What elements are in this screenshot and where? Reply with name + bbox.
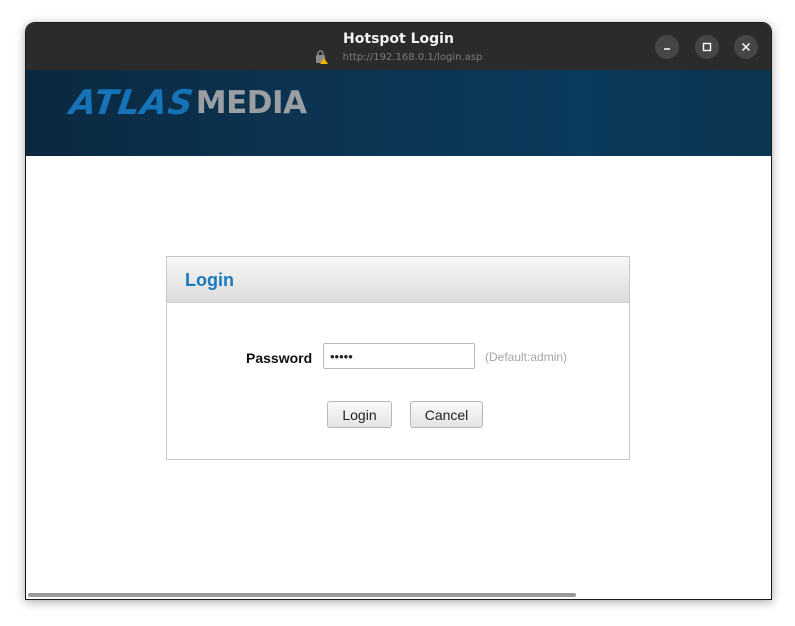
page-url: http://192.168.0.1/login.asp [342,51,483,63]
maximize-button[interactable] [695,35,719,59]
logo-media-text: MEDIA [195,85,307,121]
browser-window: Hotspot Login http://192.168.0.1/login.a… [25,22,772,600]
close-button[interactable] [734,35,758,59]
header-banner: ATLAS MEDIA [26,70,771,156]
minimize-button[interactable] [655,35,679,59]
titlebar: Hotspot Login http://192.168.0.1/login.a… [26,23,771,70]
password-label: Password [246,350,313,366]
insecure-lock-icon[interactable] [315,50,329,64]
login-panel-header: Login [167,257,629,303]
login-panel: Login Password (Default:admin) Login Can… [166,256,630,460]
horizontal-scrollbar[interactable] [28,593,576,597]
atlas-media-logo: ATLAS MEDIA [67,83,307,123]
cancel-button[interactable]: Cancel [410,401,483,428]
close-icon [741,42,751,52]
password-input[interactable] [323,343,475,369]
login-button[interactable]: Login [327,401,392,428]
minimize-icon [664,48,670,50]
login-heading: Login [185,270,234,290]
password-hint: (Default:admin) [485,350,568,364]
logo-atlas-text: ATLAS [67,83,197,123]
maximize-icon [702,42,712,52]
